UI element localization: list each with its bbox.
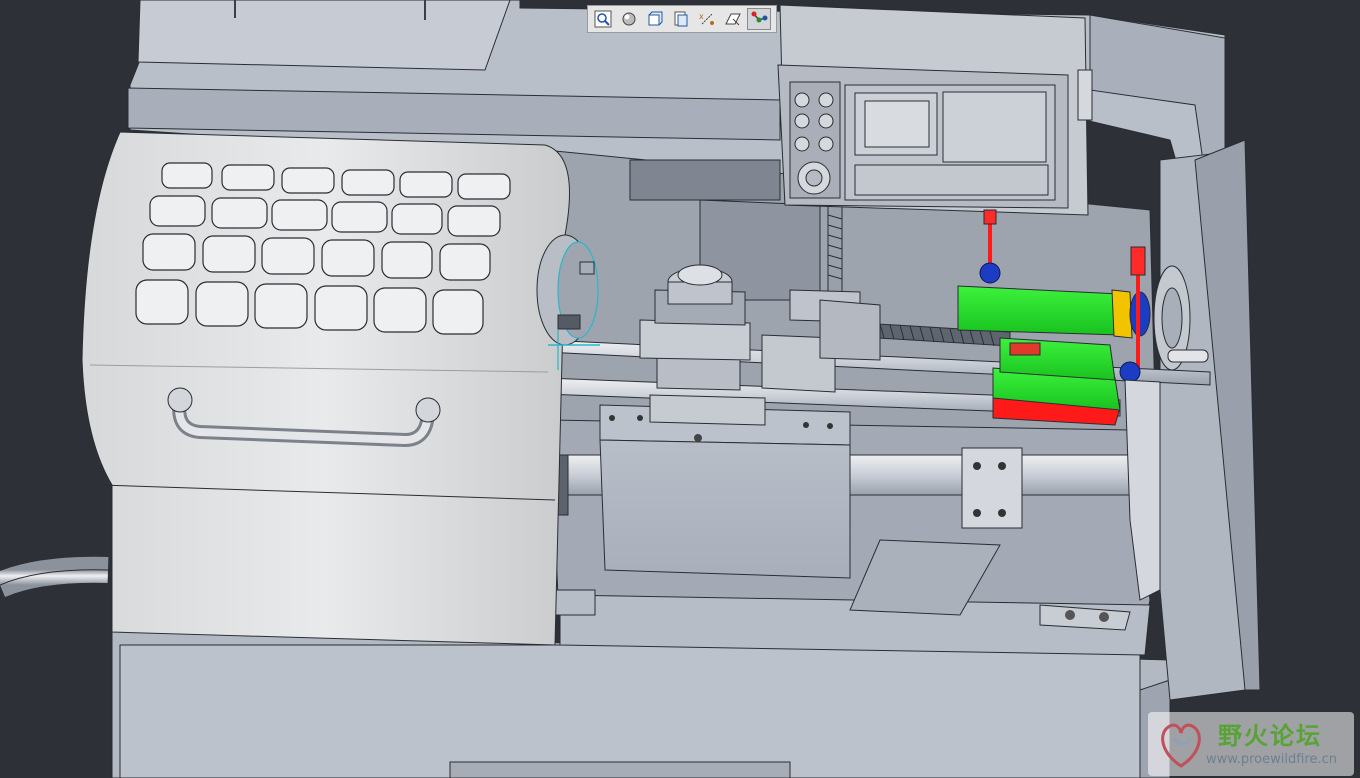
cnc-control-panel[interactable] (777, 4, 1093, 216)
coolant-pipe[interactable] (0, 556, 109, 598)
mechanism-connections-button[interactable] (747, 8, 771, 30)
watermark-url: www.proewildfire.cn (1206, 752, 1337, 767)
datum-display-button[interactable]: x (695, 8, 719, 30)
view-toolbar: x (587, 5, 777, 33)
watermark-title: 野火论坛 (1218, 722, 1322, 750)
hidden-line-icon (648, 11, 663, 26)
datum-display-icon: x (699, 12, 714, 25)
shading-button[interactable] (617, 8, 641, 30)
saved-views-icon (674, 11, 688, 27)
lathe-right-column[interactable] (1159, 139, 1261, 701)
hidden-line-button[interactable] (643, 8, 667, 30)
saved-views-button[interactable] (669, 8, 693, 30)
carriage-saddle[interactable] (599, 404, 851, 579)
shading-icon (622, 12, 636, 26)
svg-text:x: x (699, 12, 704, 21)
zoom-window-button[interactable] (591, 8, 615, 30)
mechanism-connections-icon (751, 11, 768, 23)
model-viewport[interactable] (0, 0, 1360, 778)
zoom-window-icon (594, 10, 612, 28)
lead-screw-bearing-block[interactable] (961, 447, 1023, 529)
datum-planes-button[interactable] (721, 8, 745, 30)
forum-logo-icon (1161, 723, 1201, 768)
coolant-hose[interactable] (827, 199, 843, 296)
datum-planes-icon (725, 13, 741, 26)
forum-watermark: 野火论坛 www.proewildfire.cn (1148, 712, 1354, 776)
